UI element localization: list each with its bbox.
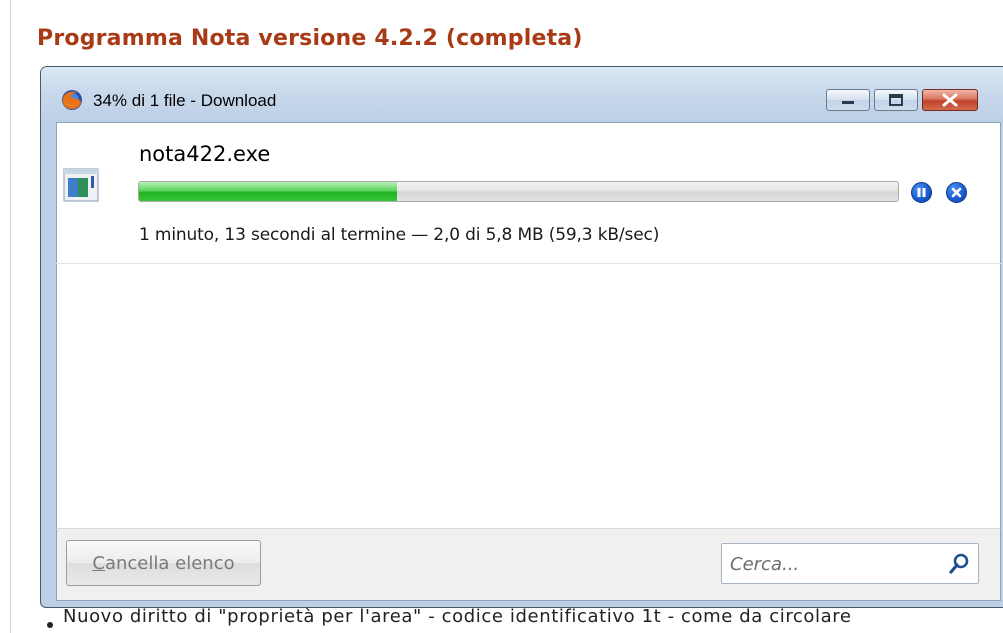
download-progress-fill [139, 182, 398, 201]
page-list-item-text: Nuovo diritto di "proprietà per l'area" … [63, 606, 852, 627]
cancel-icon [951, 187, 962, 198]
window-titlebar[interactable]: 34% di 1 file - Download [41, 67, 1003, 122]
maximize-button[interactable] [874, 89, 918, 111]
close-window-button[interactable] [922, 89, 978, 111]
cancel-download-button[interactable] [946, 182, 967, 203]
search-icon[interactable] [948, 553, 970, 575]
download-progress-bar [138, 181, 899, 202]
download-status-text: 1 minuto, 13 secondi al termine — 2,0 di… [139, 225, 660, 245]
exe-file-icon [63, 168, 99, 202]
downloads-window: 34% di 1 file - Download nota422.exe 1 m… [40, 66, 1003, 608]
window-title: 34% di 1 file - Download [93, 91, 277, 110]
clear-list-button[interactable]: Cancella elenco [66, 540, 261, 586]
list-row-separator [56, 263, 1001, 264]
firefox-icon [62, 90, 82, 110]
maximize-icon [889, 94, 903, 106]
search-input[interactable] [730, 551, 930, 577]
download-file-name: nota422.exe [139, 142, 271, 166]
page-left-rule [10, 0, 11, 633]
search-field[interactable] [721, 543, 979, 584]
minimize-icon [842, 101, 854, 104]
clear-list-label: ancella elenco [104, 552, 235, 574]
minimize-button[interactable] [826, 89, 870, 111]
close-icon [942, 93, 958, 107]
pause-button[interactable] [911, 182, 932, 203]
page-heading: Programma Nota versione 4.2.2 (completa) [37, 26, 583, 51]
clear-list-mnemonic: C [92, 552, 105, 574]
list-bullet [47, 622, 53, 628]
pause-icon [917, 188, 926, 197]
